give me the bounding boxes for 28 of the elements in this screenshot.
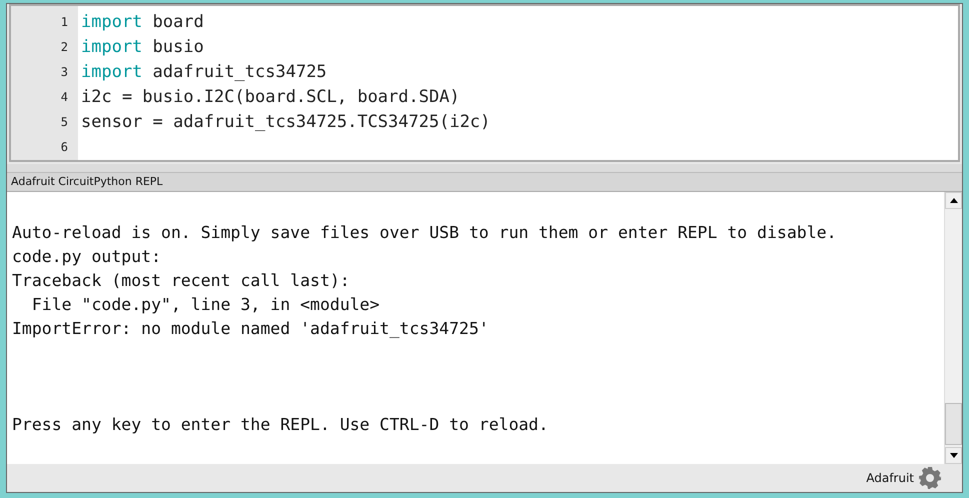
code-keyword: import <box>81 62 142 82</box>
console-output-line: ImportError: no module named 'adafruit_tcs34725' <box>12 318 490 340</box>
scroll-up-icon[interactable] <box>945 192 962 209</box>
console-output-line: File "code.py", line 3, in <module> <box>30 294 381 316</box>
code-text: busio <box>152 37 204 57</box>
console-output-line: Auto-reload is on. Simply save files over USB to run them or enter REPL to disable. <box>12 222 838 244</box>
console-output-line: Press any key to enter the REPL. Use CTRL-D to reload. <box>12 414 550 436</box>
console-output-line: Traceback (most recent call last): <box>12 270 351 292</box>
line-number: 3 <box>60 64 69 81</box>
console-output-line: code.py output: <box>12 246 162 268</box>
code-editor[interactable]: 1 2 3 4 5 6 import board import busio import adafruit_tcs34725 i2c = busio.I2C(board.SCL, board.SDA) sensor = adafruit_tcs34725.TCS34725(i2c) <box>9 4 960 162</box>
panel-title: Adafruit CircuitPython REPL <box>7 172 962 191</box>
settings-icon[interactable] <box>918 466 942 490</box>
line-number: 1 <box>60 14 69 31</box>
code-keyword: import <box>81 12 142 32</box>
code-keyword: import <box>81 37 142 57</box>
scrollbar-thumb[interactable] <box>945 403 962 445</box>
code-text: board <box>152 12 204 32</box>
scrollbar[interactable] <box>944 192 962 464</box>
code-text: adafruit_tcs34725 <box>152 62 327 82</box>
line-number: 4 <box>60 89 69 106</box>
line-number: 2 <box>60 39 69 56</box>
line-number: 5 <box>60 114 69 131</box>
line-number: 6 <box>60 139 69 156</box>
scroll-down-icon[interactable] <box>945 447 962 464</box>
board-name: Adafruit <box>866 471 914 485</box>
code-text: i2c = busio.I2C(board.SCL, board.SDA) <box>81 87 460 107</box>
code-text: sensor = adafruit_tcs34725.TCS34725(i2c) <box>81 112 490 132</box>
